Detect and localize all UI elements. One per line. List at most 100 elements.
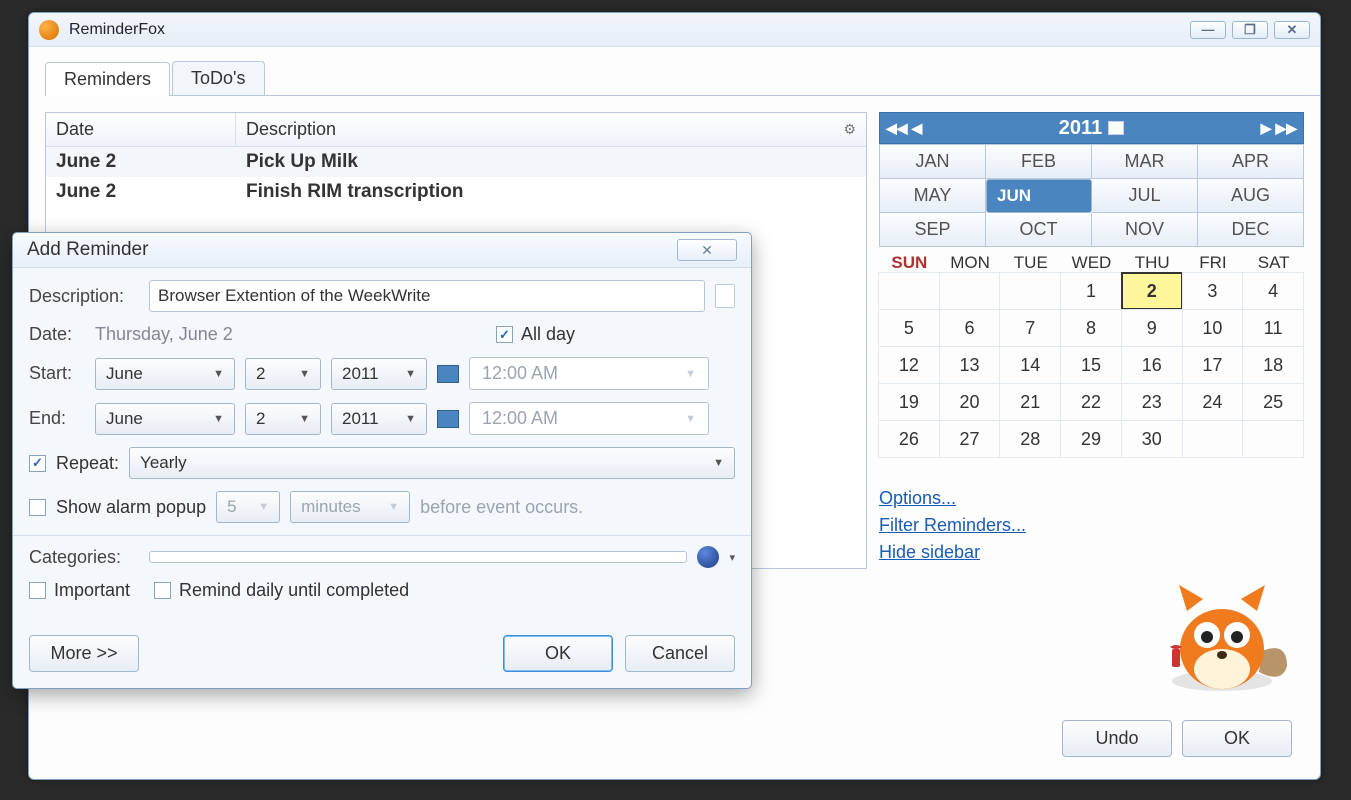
month-oct[interactable]: OCT (986, 213, 1092, 247)
categories-dropdown-icon[interactable]: ▾ (729, 551, 735, 564)
categories-label: Categories: (29, 547, 139, 568)
day-21[interactable]: 21 (999, 383, 1061, 421)
end-month-select[interactable]: June▼ (95, 403, 235, 435)
alarm-suffix-label: before event occurs. (420, 497, 583, 518)
day-12[interactable]: 12 (878, 346, 940, 384)
month-may[interactable]: MAY (880, 179, 986, 213)
remind-daily-checkbox[interactable] (154, 582, 171, 599)
day-23[interactable]: 23 (1121, 383, 1183, 421)
year-prev-fast-icon[interactable]: ◀◀ (886, 120, 908, 137)
dialog-body: Description: Browser Extention of the We… (13, 268, 751, 625)
day-3[interactable]: 3 (1182, 272, 1244, 310)
day-5[interactable]: 5 (878, 309, 940, 347)
hide-sidebar-link[interactable]: Hide sidebar (879, 542, 1304, 563)
end-time-input[interactable]: 12:00 AM▼ (469, 402, 709, 435)
day-4[interactable]: 4 (1242, 272, 1304, 310)
dialog-cancel-button[interactable]: Cancel (625, 635, 735, 672)
important-checkbox[interactable] (29, 582, 46, 599)
day-11[interactable]: 11 (1242, 309, 1304, 347)
repeat-checkbox[interactable]: ✓ (29, 455, 46, 472)
alarm-checkbox[interactable] (29, 499, 46, 516)
allday-checkbox[interactable]: ✓ (496, 326, 513, 343)
ok-button[interactable]: OK (1182, 720, 1292, 757)
day-29[interactable]: 29 (1060, 420, 1122, 458)
description-input[interactable]: Browser Extention of the WeekWrite (149, 280, 705, 312)
dow-label: SUN (879, 253, 940, 273)
day-6[interactable]: 6 (939, 309, 1001, 347)
year-prev-icon[interactable]: ◀ (912, 120, 923, 137)
column-description[interactable]: Description ⚙ (236, 113, 866, 146)
day-26[interactable]: 26 (878, 420, 940, 458)
column-description-label: Description (246, 119, 336, 140)
column-date[interactable]: Date (46, 113, 236, 146)
options-link[interactable]: Options... (879, 488, 1304, 509)
titlebar[interactable]: ReminderFox — ❐ ✕ (29, 13, 1320, 47)
month-nov[interactable]: NOV (1092, 213, 1198, 247)
year-next-icon[interactable]: ▶ (1261, 120, 1272, 137)
end-day-select[interactable]: 2▼ (245, 403, 321, 435)
day-8[interactable]: 8 (1060, 309, 1122, 347)
start-month-select[interactable]: June▼ (95, 358, 235, 390)
month-apr[interactable]: APR (1198, 145, 1304, 179)
alarm-number-select[interactable]: 5▼ (216, 491, 280, 523)
day-1[interactable]: 1 (1060, 272, 1122, 310)
close-button[interactable]: ✕ (1274, 21, 1310, 39)
dialog-ok-button[interactable]: OK (503, 635, 613, 672)
day-9[interactable]: 9 (1121, 309, 1183, 347)
end-calendar-icon[interactable] (437, 410, 459, 428)
month-jul[interactable]: JUL (1092, 179, 1198, 213)
filter-reminders-link[interactable]: Filter Reminders... (879, 515, 1304, 536)
alarm-unit-select[interactable]: minutes▼ (290, 491, 410, 523)
table-row[interactable]: June 2Pick Up Milk (46, 147, 866, 177)
table-row[interactable]: June 2Finish RIM transcription (46, 177, 866, 207)
month-jun[interactable]: JUN (986, 179, 1092, 213)
start-year-select[interactable]: 2011▼ (331, 358, 427, 390)
year-label[interactable]: 2011 (1059, 117, 1102, 140)
start-day-select[interactable]: 2▼ (245, 358, 321, 390)
day-13[interactable]: 13 (939, 346, 1001, 384)
year-next-fast-icon[interactable]: ▶▶ (1275, 120, 1297, 137)
tab-todos[interactable]: ToDo's (172, 61, 264, 95)
start-label: Start: (29, 363, 85, 384)
start-calendar-icon[interactable] (437, 365, 459, 383)
notes-icon[interactable] (715, 284, 735, 308)
day-2[interactable]: 2 (1121, 272, 1183, 310)
day-10[interactable]: 10 (1182, 309, 1244, 347)
undo-button[interactable]: Undo (1062, 720, 1172, 757)
day-16[interactable]: 16 (1121, 346, 1183, 384)
day-7[interactable]: 7 (999, 309, 1061, 347)
day-15[interactable]: 15 (1060, 346, 1122, 384)
day-19[interactable]: 19 (878, 383, 940, 421)
dow-label: THU (1122, 253, 1183, 273)
day-18[interactable]: 18 (1242, 346, 1304, 384)
month-mar[interactable]: MAR (1092, 145, 1198, 179)
day-25[interactable]: 25 (1242, 383, 1304, 421)
repeat-select[interactable]: Yearly▼ (129, 447, 735, 479)
column-options-icon[interactable]: ⚙ (843, 121, 856, 138)
dow-label: TUE (1000, 253, 1061, 273)
month-aug[interactable]: AUG (1198, 179, 1304, 213)
minimize-button[interactable]: — (1190, 21, 1226, 39)
categories-input[interactable] (149, 551, 687, 563)
tab-reminders[interactable]: Reminders (45, 62, 170, 96)
day-14[interactable]: 14 (999, 346, 1061, 384)
month-feb[interactable]: FEB (986, 145, 1092, 179)
month-dec[interactable]: DEC (1198, 213, 1304, 247)
day-28[interactable]: 28 (999, 420, 1061, 458)
month-sep[interactable]: SEP (880, 213, 986, 247)
day-24[interactable]: 24 (1182, 383, 1244, 421)
more-button[interactable]: More >> (29, 635, 139, 672)
dialog-titlebar[interactable]: Add Reminder ✕ (13, 233, 751, 268)
day-30[interactable]: 30 (1121, 420, 1183, 458)
day-27[interactable]: 27 (939, 420, 1001, 458)
maximize-button[interactable]: ❐ (1232, 21, 1268, 39)
day-22[interactable]: 22 (1060, 383, 1122, 421)
end-year-select[interactable]: 2011▼ (331, 403, 427, 435)
day-17[interactable]: 17 (1182, 346, 1244, 384)
categories-picker-icon[interactable] (697, 546, 719, 568)
day-20[interactable]: 20 (939, 383, 1001, 421)
month-jan[interactable]: JAN (880, 145, 986, 179)
dialog-close-button[interactable]: ✕ (677, 239, 737, 261)
start-time-input[interactable]: 12:00 AM▼ (469, 357, 709, 390)
calendar-icon[interactable] (1108, 121, 1124, 135)
